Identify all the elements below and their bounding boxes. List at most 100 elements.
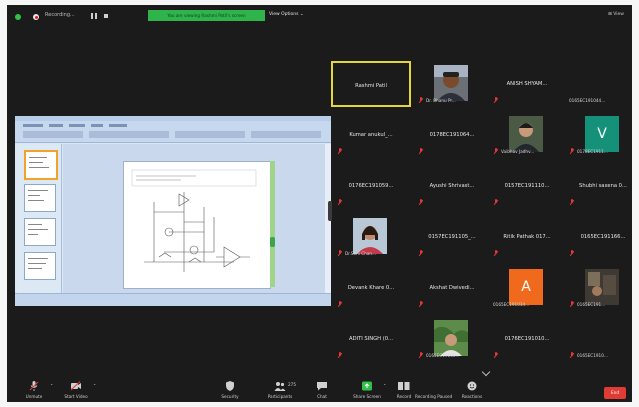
participant-tile[interactable]: 0157EC191110...: [487, 163, 567, 209]
slide-pane-divider[interactable]: [270, 161, 275, 287]
participant-tile[interactable]: 0165EC191044...: [563, 61, 632, 107]
chevron-up-icon[interactable]: ⌃: [93, 383, 96, 388]
video-off-icon: [70, 381, 81, 391]
participant-label: 0165EC19100...: [426, 353, 460, 358]
microphone-muted-icon: [29, 381, 39, 391]
participant-name: Rashmi Patil: [355, 83, 387, 89]
participant-tile[interactable]: 0165EC1910...: [563, 316, 632, 362]
participant-name: ANISH SHYAM...: [506, 81, 548, 87]
pause-record-icon: [398, 382, 410, 390]
microphone-muted-icon: [337, 148, 342, 154]
security-shield-icon[interactable]: [15, 14, 21, 20]
participant-tile[interactable]: Vaibhav Jadhv...: [487, 112, 567, 158]
security-button[interactable]: Security: [205, 378, 255, 402]
participant-tile[interactable]: ANISH SHYAM...: [487, 61, 567, 107]
microphone-muted-icon: [569, 199, 574, 205]
microphone-muted-icon: [337, 301, 342, 307]
participant-tile[interactable]: 0176EC191010...: [487, 316, 567, 362]
slide-thumbnail[interactable]: [24, 184, 56, 212]
participant-tile[interactable]: Ayushi Shrivast...: [412, 163, 492, 209]
end-meeting-button[interactable]: End: [604, 387, 626, 399]
recording-paused-status[interactable]: Recording Paused: [415, 378, 452, 402]
microphone-muted-icon: [493, 250, 498, 256]
avatar: A: [509, 269, 543, 305]
participant-tile[interactable]: 0176EC191059...: [331, 163, 411, 209]
participant-name: Akshat Dwivedi...: [429, 285, 475, 291]
microphone-muted-icon: [493, 148, 498, 154]
shield-icon: [226, 381, 234, 391]
participant-tile[interactable]: Dr.Soni Chan...: [331, 214, 411, 260]
start-video-button[interactable]: Start Video: [51, 378, 101, 402]
share-screen-label: Share Screen: [353, 394, 381, 399]
microphone-muted-icon: [493, 199, 498, 205]
meeting-top-bar: Recording... You are viewing Rashmi Pati…: [7, 5, 632, 25]
meeting-controls-toolbar: Unmute ⌃ Start Video ⌃ Security 275 Part…: [7, 378, 632, 402]
slide-thumbnail[interactable]: [24, 218, 56, 246]
chevron-up-icon[interactable]: ⌃: [383, 383, 386, 388]
view-button[interactable]: ⊞ View: [608, 12, 624, 17]
avatar: V: [585, 116, 619, 152]
participant-video: [585, 269, 619, 305]
slide-thumbnail[interactable]: [24, 150, 58, 180]
participant-tile[interactable]: 0178EC191064...: [412, 112, 492, 158]
participant-name: 0157EC191105_...: [428, 234, 476, 240]
participant-tile[interactable]: Devank Khare 0...: [331, 265, 411, 311]
participant-tile[interactable]: 0165EC191166...: [563, 214, 632, 260]
participant-tile[interactable]: Rashmi Patil: [331, 61, 411, 107]
participant-tile[interactable]: Kumar anukul_...: [331, 112, 411, 158]
microphone-muted-icon: [493, 97, 498, 103]
slide-editing-area[interactable]: [63, 144, 329, 294]
participant-tile[interactable]: Akshat Dwivedi...: [412, 265, 492, 311]
participant-tile[interactable]: ADITI SINGH (0...: [331, 316, 411, 362]
share-screen-button[interactable]: Share Screen: [342, 378, 392, 402]
stop-recording-icon[interactable]: [104, 14, 108, 18]
circuit-diagram-icon: [131, 169, 257, 272]
participant-label: 0165EC191...: [577, 302, 606, 307]
reactions-button[interactable]: Reactions: [447, 378, 497, 402]
viewing-share-banner: You are viewing Rashmi Patil's screen: [148, 10, 265, 21]
participant-tile[interactable]: Ritik Pathak 017...: [487, 214, 567, 260]
microphone-muted-icon: [569, 352, 574, 358]
recording-indicator-icon: [33, 14, 39, 20]
chat-button[interactable]: Chat: [297, 378, 347, 402]
participant-tile[interactable]: Dr. Bhanu Pr...: [412, 61, 492, 107]
microphone-muted-icon: [418, 301, 423, 307]
microphone-muted-icon: [418, 97, 423, 103]
participant-tile[interactable]: A 0165EC191034...: [487, 265, 567, 311]
start-video-label: Start Video: [64, 394, 88, 399]
participant-video: [353, 218, 387, 254]
view-options-button[interactable]: View Options ⌄: [269, 12, 304, 17]
participant-label: Vaibhav Jadhv...: [501, 149, 535, 154]
slide-thumbnail[interactable]: [24, 252, 56, 280]
reactions-label: Reactions: [461, 394, 483, 399]
participant-tile[interactable]: 0165EC19100...: [412, 316, 492, 362]
participant-tile[interactable]: 0165EC191...: [563, 265, 632, 311]
reaction-smiley-icon: [467, 381, 477, 391]
security-label: Security: [221, 394, 239, 399]
zoom-meeting-window: Recording... You are viewing Rashmi Pati…: [7, 5, 632, 402]
microphone-muted-icon: [418, 199, 423, 205]
participant-tile[interactable]: V 0178EC1911...: [563, 112, 632, 158]
participant-label: 0178EC1911...: [577, 149, 608, 154]
participant-name: Ayushi Shrivast...: [429, 183, 475, 189]
participant-video: [509, 116, 543, 152]
participant-label: 0165EC191034...: [493, 302, 530, 307]
pause-recording-icon[interactable]: [91, 13, 97, 19]
participant-tile[interactable]: Shubhi saxena 0...: [563, 163, 632, 209]
participant-name: Kumar anukul_...: [349, 132, 393, 138]
microphone-muted-icon: [569, 301, 574, 307]
participant-name: Shubhi saxena 0...: [579, 183, 627, 189]
microphone-muted-icon: [337, 352, 342, 358]
chevron-down-icon[interactable]: [481, 367, 491, 377]
chat-bubble-icon: [317, 382, 327, 391]
microphone-muted-icon: [569, 148, 574, 154]
chat-label: Chat: [317, 394, 327, 399]
status-bar: [15, 293, 331, 306]
microphone-muted-icon: [493, 352, 498, 358]
share-screen-icon: [362, 381, 372, 391]
microphone-muted-icon: [418, 148, 423, 154]
slide-thumbnails[interactable]: [17, 144, 62, 294]
shared-screen-content[interactable]: [15, 116, 331, 306]
participants-count: 275: [288, 382, 296, 387]
participant-tile[interactable]: 0157EC191105_...: [412, 214, 492, 260]
